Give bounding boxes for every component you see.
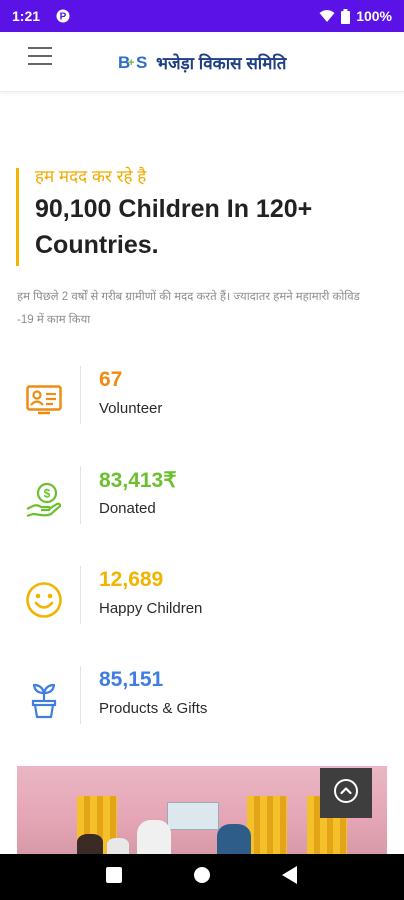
- scroll-to-top-button[interactable]: [320, 768, 372, 818]
- smiley-icon: [24, 580, 64, 620]
- chevron-up-icon: [333, 778, 359, 809]
- svg-text:$: $: [44, 487, 51, 501]
- stat-value: 67: [99, 368, 123, 391]
- hero-description: हम पिछले 2 वर्षों से गरीब ग्रामीणों की म…: [17, 291, 360, 326]
- menu-icon[interactable]: [28, 47, 52, 67]
- status-bar: 1:21 P 100%: [0, 0, 404, 32]
- plant-pot-icon: [24, 680, 64, 720]
- donation-hand-icon: $: [24, 480, 64, 520]
- status-time: 1:21: [12, 8, 41, 24]
- volunteer-card-icon: [24, 380, 64, 420]
- stat-value: 12,689: [99, 568, 164, 591]
- stat-divider: [80, 366, 81, 424]
- app-header: B + S भजेड़ा विकास समिति: [0, 32, 404, 92]
- hero-headline: 90,100 Children In 120+ Countries.: [35, 191, 376, 263]
- svg-text:+: +: [128, 57, 134, 69]
- brand-name: भजेड़ा विकास समिति: [156, 53, 287, 73]
- stat-label: Donated: [99, 500, 156, 517]
- recents-button[interactable]: [99, 862, 129, 892]
- hero-section: हम मदद कर रहे है 90,100 Children In 120+…: [16, 167, 376, 266]
- svg-text:S: S: [136, 53, 147, 72]
- stat-label: Volunteer: [99, 400, 163, 417]
- brand-logo-icon: B + S: [118, 52, 152, 72]
- hero-kicker: हम मदद कर रहे है: [35, 167, 147, 186]
- battery-percent: 100%: [356, 8, 392, 24]
- battery-icon: [341, 8, 351, 24]
- svg-text:P: P: [60, 12, 67, 23]
- system-nav-bar: [0, 854, 404, 900]
- stat-divider: [80, 666, 81, 724]
- stat-divider: [80, 566, 81, 624]
- stat-volunteer: 67 Volunteer: [0, 366, 404, 426]
- square-icon: [106, 866, 122, 888]
- stat-value: 85,151: [99, 668, 164, 691]
- triangle-back-icon: [282, 865, 298, 889]
- hero-headline-line2: Countries.: [35, 231, 159, 259]
- stat-happy-children: 12,689 Happy Children: [0, 566, 404, 626]
- home-button[interactable]: [187, 862, 217, 892]
- stat-donated: $ 83,413₹ Donated: [0, 466, 404, 526]
- stat-label: Products & Gifts: [99, 700, 208, 717]
- stat-value: 83,413₹: [99, 469, 177, 492]
- back-button[interactable]: [275, 862, 305, 892]
- stat-products-gifts: 85,151 Products & Gifts: [0, 666, 404, 726]
- app-notification-icon: P: [56, 9, 70, 23]
- circle-icon: [193, 866, 211, 889]
- wifi-icon: [319, 9, 335, 23]
- brand[interactable]: B + S भजेड़ा विकास समिति: [118, 48, 286, 76]
- stat-label: Happy Children: [99, 600, 203, 617]
- stat-divider: [80, 466, 81, 524]
- hero-headline-line1: 90,100 Children In 120+: [35, 195, 313, 223]
